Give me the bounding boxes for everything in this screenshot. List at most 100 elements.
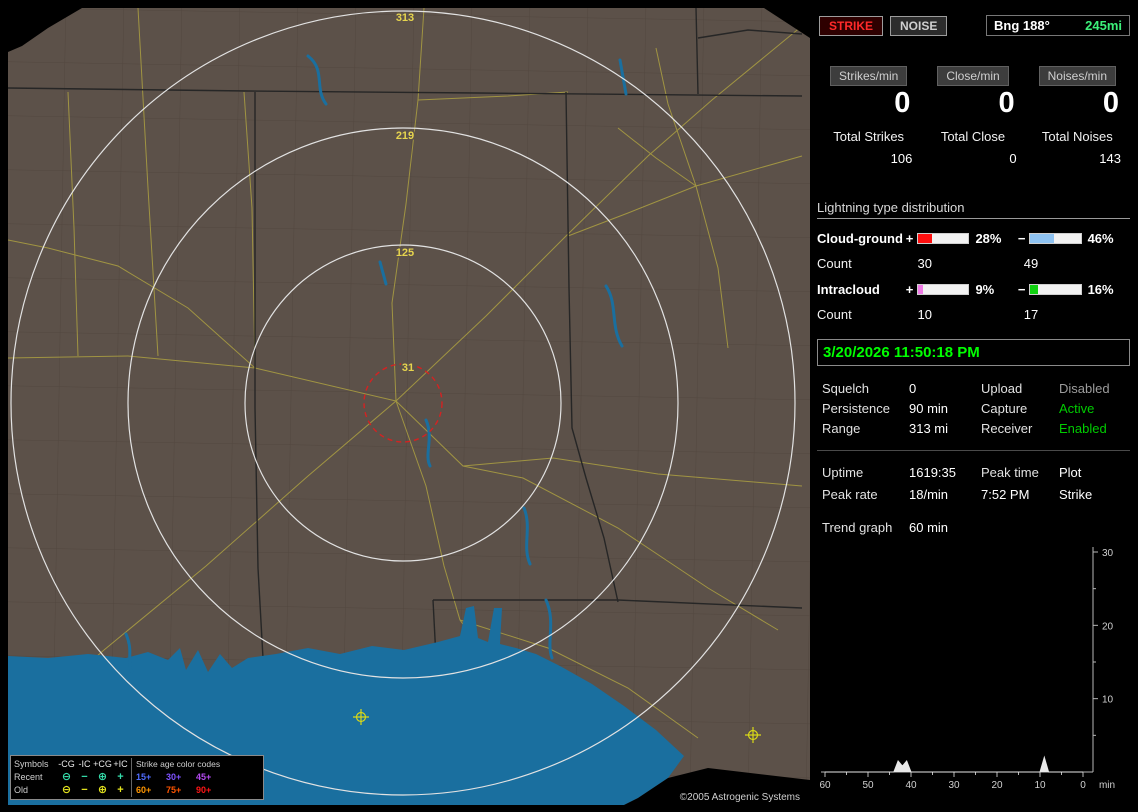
recent-age-codes: 15+ 30+ 45+	[131, 771, 226, 784]
receiver-label: Receiver	[981, 420, 1033, 436]
plus-sign: +	[905, 230, 914, 246]
svg-text:20: 20	[1102, 621, 1114, 632]
squelch-value: 0	[909, 380, 917, 396]
map-panel: 313 219 125 31 Symbols -CG -IC +CG +IC S…	[8, 8, 810, 805]
display-controls: STRIKE NOISE Bng 188° 245mi	[819, 15, 1130, 36]
ic-positive-pct: 9%	[975, 281, 995, 297]
plus-sign: +	[905, 281, 914, 297]
age-30: 30+	[166, 772, 182, 782]
peak-rate-label: Peak rate	[822, 486, 878, 502]
cg-negative-bar	[1029, 232, 1082, 244]
pos-ic-icon: +	[117, 784, 124, 796]
plot-label: Plot	[1059, 464, 1082, 480]
rate-stats: Strikes/min 0 Total Strikes 106 Close/mi…	[817, 66, 1130, 166]
bearing-box: Bng 188° 245mi	[986, 15, 1130, 36]
svg-text:min: min	[1099, 780, 1115, 791]
uptime-label: Uptime	[822, 464, 864, 480]
distribution-title: Lightning type distribution	[817, 200, 1130, 219]
datetime-display: 3/20/2026 11:50:18 PM	[817, 339, 1130, 366]
persistence-row: Persistence 90 min Capture Active	[817, 398, 1130, 418]
noises-per-min-value: 0	[1102, 87, 1119, 119]
age-75: 75+	[166, 785, 182, 795]
intracloud-count-row: Count 10 17	[817, 307, 1130, 322]
count-label: Count	[817, 256, 852, 271]
cg-positive-bar	[917, 232, 970, 244]
neg-ic-icon: −	[81, 784, 88, 796]
age-60: 60+	[136, 785, 152, 795]
age-15: 15+	[136, 772, 152, 782]
total-noises-label: Total Noises	[1041, 129, 1113, 144]
strike-toggle-button[interactable]: STRIKE	[819, 15, 884, 36]
lightning-map[interactable]: 313 219 125 31	[8, 8, 810, 805]
svg-text:0: 0	[1080, 780, 1086, 791]
legend-recent-label: Recent	[14, 772, 43, 782]
capture-status: Active	[1059, 400, 1095, 416]
bearing-value: Bng 188°	[994, 18, 1050, 33]
noises-stat-column: Noises/min 0 Total Noises 143	[1026, 66, 1129, 166]
neg-ic-icon: −	[81, 771, 88, 783]
ic-negative-count: 17	[1023, 307, 1039, 322]
range-value: 313 mi	[909, 420, 949, 436]
legend-old-row: Old ⊖ − ⊕ + 60+ 75+ 90+	[14, 784, 260, 797]
total-close-label: Total Close	[940, 129, 1006, 144]
squelch-row: Squelch 0 Upload Disabled	[817, 378, 1130, 398]
trend-graph: 60 50 40 30 20 10 0 min 10 20 30	[817, 542, 1130, 797]
close-stat-column: Close/min 0 Total Close 0	[921, 66, 1024, 166]
persistence-value: 90 min	[909, 400, 949, 416]
col-neg-cg: -CG	[58, 759, 75, 769]
total-strikes-value: 106	[890, 151, 913, 166]
cloud-ground-label: Cloud-ground	[817, 230, 903, 246]
cloud-ground-row: Cloud-ground + 28% − 46%	[817, 230, 1130, 246]
intracloud-label: Intracloud	[817, 281, 880, 297]
range-label: Range	[822, 420, 861, 436]
close-per-min-value: 0	[998, 87, 1015, 119]
minus-sign: −	[1017, 281, 1026, 297]
col-pos-ic: +IC	[113, 759, 128, 769]
count-label: Count	[817, 307, 852, 322]
ring-label-outer: 313	[396, 12, 414, 24]
col-neg-ic: -IC	[78, 759, 91, 769]
cg-positive-pct: 28%	[975, 230, 1002, 246]
age-90: 90+	[196, 785, 212, 795]
svg-text:10: 10	[1034, 780, 1046, 791]
copyright-notice: ©2005 Astrogenic Systems	[670, 790, 809, 805]
cloud-ground-count-row: Count 30 49	[817, 256, 1130, 271]
uptime-row: Uptime 1619:35 Peak time Plot	[817, 461, 1130, 483]
intracloud-row: Intracloud + 9% − 16%	[817, 281, 1130, 297]
cg-negative-pct: 46%	[1087, 230, 1114, 246]
legend-header-row: Symbols -CG -IC +CG +IC Strike age color…	[14, 758, 260, 771]
neg-cg-icon: ⊖	[61, 784, 72, 796]
plot-type-value: Strike	[1059, 486, 1093, 502]
svg-text:40: 40	[905, 780, 917, 791]
session-grid: Uptime 1619:35 Peak time Plot Peak rate …	[817, 461, 1130, 505]
peak-rate-value: 18/min	[909, 486, 949, 502]
svg-text:50: 50	[862, 780, 874, 791]
noise-toggle-button[interactable]: NOISE	[890, 15, 948, 36]
trend-graph-plot: 60 50 40 30 20 10 0 min 10 20 30	[819, 547, 1115, 791]
svg-text:10: 10	[1102, 695, 1114, 706]
ring-label-inner: 125	[396, 247, 414, 259]
pos-cg-icon: ⊕	[97, 771, 108, 783]
trend-graph-row: Trend graph 60 min	[817, 517, 1130, 537]
squelch-label: Squelch	[822, 380, 869, 396]
legend-recent-row: Recent ⊖ − ⊕ + 15+ 30+ 45+	[14, 771, 260, 784]
ic-negative-pct: 16%	[1087, 281, 1114, 297]
neg-cg-icon: ⊖	[61, 771, 72, 783]
peak-rate-row: Peak rate 18/min 7:52 PM Strike	[817, 483, 1130, 505]
peak-time-value: 7:52 PM	[981, 486, 1030, 502]
trend-graph-window: 60 min	[909, 519, 949, 535]
receiver-status: Enabled	[1059, 420, 1107, 436]
svg-text:20: 20	[991, 780, 1003, 791]
pos-cg-icon: ⊕	[97, 784, 108, 796]
section-divider	[817, 450, 1130, 451]
settings-grid: Squelch 0 Upload Disabled Persistence 90…	[817, 378, 1130, 438]
upload-label: Upload	[981, 380, 1023, 396]
upload-status: Disabled	[1059, 380, 1110, 396]
col-pos-cg: +CG	[93, 759, 112, 769]
persistence-label: Persistence	[822, 400, 890, 416]
cg-negative-count: 49	[1023, 256, 1039, 271]
ic-positive-bar	[917, 283, 970, 295]
svg-text:30: 30	[948, 780, 960, 791]
cg-positive-count: 30	[917, 256, 932, 271]
status-panel: STRIKE NOISE Bng 188° 245mi Strikes/min …	[817, 8, 1130, 805]
